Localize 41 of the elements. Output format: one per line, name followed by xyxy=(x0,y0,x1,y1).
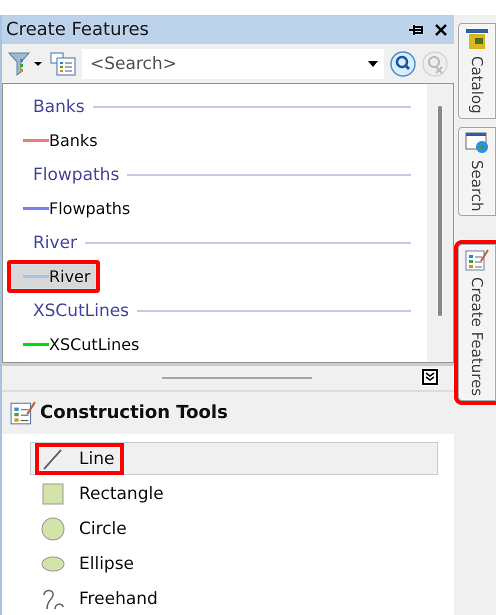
splitter-grip[interactable] xyxy=(162,376,312,379)
feature-template[interactable]: XSCutLines xyxy=(7,328,150,362)
search-icon[interactable] xyxy=(390,50,416,77)
close-icon[interactable] xyxy=(434,22,448,37)
layer-heading: Flowpaths xyxy=(33,164,120,185)
dropdown-caret-icon[interactable] xyxy=(368,60,378,67)
pin-icon[interactable] xyxy=(408,22,424,37)
folder-icon xyxy=(465,28,490,50)
panel-title: Create Features xyxy=(6,19,150,40)
list-view-icon[interactable] xyxy=(50,52,76,76)
tool-item[interactable]: Line xyxy=(30,442,438,475)
edit-list-icon xyxy=(465,249,490,272)
ellipse-icon xyxy=(41,556,65,572)
tool-label: Freehand xyxy=(79,588,158,608)
tool-item[interactable]: Rectangle xyxy=(30,477,438,510)
side-tab[interactable]: Catalog xyxy=(458,23,496,119)
tool-item[interactable]: Circle xyxy=(30,512,438,545)
feature-template[interactable]: River xyxy=(7,260,100,294)
tool-item[interactable]: Freehand xyxy=(30,582,438,615)
feature-template[interactable]: Banks xyxy=(7,124,108,158)
rectangle-icon xyxy=(41,482,65,506)
search-field[interactable]: <Search> xyxy=(82,48,384,79)
layer-heading: River xyxy=(33,232,78,253)
double-chevron-icon xyxy=(425,372,436,382)
collapse-button[interactable] xyxy=(422,368,438,385)
search-input[interactable]: <Search> xyxy=(88,52,368,75)
tool-label: Line xyxy=(79,448,114,468)
scrollbar-thumb[interactable] xyxy=(438,106,442,316)
layer-heading: XSCutLines xyxy=(33,300,130,321)
tool-label: Rectangle xyxy=(79,484,164,504)
layer-heading: Banks xyxy=(33,96,85,117)
filter-icon[interactable] xyxy=(8,50,44,77)
side-tab[interactable]: Search xyxy=(458,126,496,216)
circle-icon xyxy=(41,516,65,540)
tool-label: Circle xyxy=(79,518,127,538)
section-title: Construction Tools xyxy=(40,402,228,424)
globe-window-icon xyxy=(465,132,490,154)
feature-template[interactable]: Flowpaths xyxy=(7,192,140,226)
edit-list-icon xyxy=(10,400,36,426)
tool-label: Ellipse xyxy=(79,554,134,574)
tool-item[interactable]: Ellipse xyxy=(30,547,438,580)
